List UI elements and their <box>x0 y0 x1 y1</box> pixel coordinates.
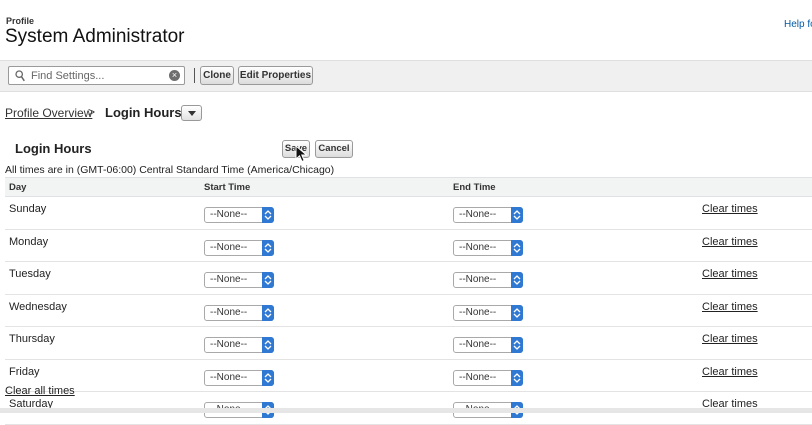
start-time-select[interactable]: --None-- <box>204 239 274 256</box>
column-header-day: Day <box>5 177 200 197</box>
table-row: Thursday --None-- --None-- Clear times <box>5 326 812 360</box>
clear-times-link[interactable]: Clear times <box>702 203 758 215</box>
end-time-cell: --None-- <box>449 196 698 230</box>
section-title: Login Hours <box>15 141 92 156</box>
start-time-cell: --None-- <box>200 196 449 230</box>
end-time-select[interactable]: --None-- <box>453 337 523 354</box>
bottom-bar <box>0 408 812 413</box>
table-row: Monday --None-- --None-- Clear times <box>5 229 812 262</box>
clear-times-cell: Clear times <box>698 294 812 327</box>
end-time-select[interactable]: --None-- <box>453 207 523 224</box>
start-time-value: --None-- <box>210 371 248 383</box>
end-time-value: --None-- <box>459 274 497 286</box>
end-time-value: --None-- <box>459 209 497 221</box>
end-time-cell: --None-- <box>449 326 698 360</box>
start-time-value: --None-- <box>210 241 248 253</box>
stepper-icon <box>511 207 523 224</box>
end-time-value: --None-- <box>459 306 497 318</box>
day-label: Tuesday <box>5 261 200 295</box>
column-header-start-time: Start Time <box>200 177 449 197</box>
stepper-icon <box>511 369 523 386</box>
help-link[interactable]: Help fo <box>784 19 812 30</box>
clone-button[interactable]: Clone <box>200 66 234 85</box>
end-time-select[interactable]: --None-- <box>453 304 523 321</box>
login-hours-table: Day Start Time End Time Sunday --None-- --… <box>5 177 812 425</box>
start-time-value: --None-- <box>210 339 248 351</box>
clear-times-link[interactable]: Clear times <box>702 366 758 378</box>
clear-times-cell: Clear times <box>698 326 812 360</box>
end-time-select[interactable]: --None-- <box>453 369 523 386</box>
column-header-end-time: End Time <box>449 177 698 197</box>
clear-times-cell: Clear times <box>698 229 812 262</box>
clear-times-cell: Clear times <box>698 359 812 392</box>
start-time-select[interactable]: --None-- <box>204 304 274 321</box>
clear-times-link[interactable]: Clear times <box>702 333 758 345</box>
stepper-icon <box>511 304 523 321</box>
search-box[interactable]: × <box>8 66 185 85</box>
stepper-icon <box>511 337 523 354</box>
start-time-select[interactable]: --None-- <box>204 207 274 224</box>
stepper-icon <box>511 239 523 256</box>
search-icon <box>15 70 25 82</box>
stepper-icon <box>262 304 274 321</box>
table-header-row: Day Start Time End Time <box>5 177 812 197</box>
start-time-value: --None-- <box>210 274 248 286</box>
end-time-cell: --None-- <box>449 261 698 295</box>
end-time-cell: --None-- <box>449 294 698 327</box>
clear-all-times-link[interactable]: Clear all times <box>5 385 75 397</box>
end-time-value: --None-- <box>459 241 497 253</box>
toolbar-divider <box>194 68 195 83</box>
start-time-cell: --None-- <box>200 229 449 262</box>
start-time-select[interactable]: --None-- <box>204 337 274 354</box>
clear-times-cell: Clear times <box>698 261 812 295</box>
table-row: Friday --None-- --None-- Clear times <box>5 359 812 392</box>
table-row: Tuesday --None-- --None-- Clear times <box>5 261 812 295</box>
edit-properties-button[interactable]: Edit Properties <box>238 66 313 85</box>
table-row: Sunday --None-- --None-- Clear times <box>5 196 812 230</box>
clear-search-icon[interactable]: × <box>169 70 180 81</box>
start-time-cell: --None-- <box>200 359 449 392</box>
profile-label: Profile <box>6 16 35 26</box>
clear-times-link[interactable]: Clear times <box>702 268 758 280</box>
breadcrumb-separator: > <box>88 105 96 119</box>
page-title: System Administrator <box>5 26 185 47</box>
find-settings-input[interactable] <box>31 69 171 83</box>
end-time-value: --None-- <box>459 371 497 383</box>
end-time-cell: --None-- <box>449 229 698 262</box>
stepper-icon <box>262 337 274 354</box>
start-time-select[interactable]: --None-- <box>204 369 274 386</box>
breadcrumb-current: Login Hours <box>105 105 182 120</box>
stepper-icon <box>262 239 274 256</box>
start-time-select[interactable]: --None-- <box>204 272 274 289</box>
timezone-note: All times are in (GMT-06:00) Central Sta… <box>5 164 335 176</box>
start-time-value: --None-- <box>210 209 248 221</box>
clear-times-link[interactable]: Clear times <box>702 301 758 313</box>
stepper-icon <box>262 272 274 289</box>
breadcrumb-profile-overview[interactable]: Profile Overview <box>5 106 92 120</box>
day-label: Sunday <box>5 196 200 230</box>
stepper-icon <box>262 369 274 386</box>
day-label: Monday <box>5 229 200 262</box>
settings-toolbar: × Clone Edit Properties <box>0 60 812 92</box>
table-row: Wednesday --None-- --None-- Clear times <box>5 294 812 327</box>
clear-times-link[interactable]: Clear times <box>702 236 758 248</box>
stepper-icon <box>511 272 523 289</box>
mouse-cursor-icon <box>295 145 308 163</box>
column-header-actions <box>698 177 812 197</box>
end-time-value: --None-- <box>459 339 497 351</box>
stepper-icon <box>262 207 274 224</box>
start-time-cell: --None-- <box>200 294 449 327</box>
end-time-select[interactable]: --None-- <box>453 239 523 256</box>
end-time-select[interactable]: --None-- <box>453 272 523 289</box>
start-time-cell: --None-- <box>200 261 449 295</box>
clear-times-cell: Clear times <box>698 196 812 230</box>
cancel-button[interactable]: Cancel <box>315 140 353 158</box>
start-time-cell: --None-- <box>200 326 449 360</box>
day-label: Wednesday <box>5 294 200 327</box>
end-time-cell: --None-- <box>449 359 698 392</box>
breadcrumb-menu-button[interactable] <box>181 105 202 121</box>
chevron-down-icon <box>188 111 196 116</box>
day-label: Thursday <box>5 326 200 360</box>
start-time-value: --None-- <box>210 306 248 318</box>
